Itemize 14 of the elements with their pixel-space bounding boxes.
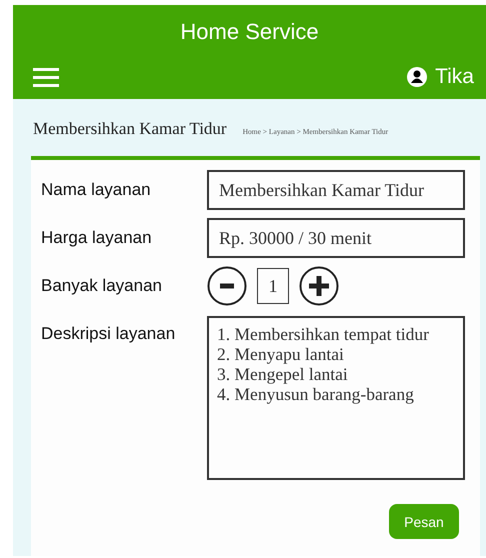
- user-icon[interactable]: [407, 67, 428, 87]
- field-label: Deskripsi layanan: [41, 323, 176, 344]
- field-label: Banyak layanan: [41, 276, 163, 296]
- menu-icon[interactable]: [33, 67, 59, 87]
- price-field[interactable]: Rp. 30000 / 30 menit: [207, 218, 465, 258]
- page-title: Membersihkan Kamar Tidur: [33, 118, 227, 139]
- plus-button[interactable]: [299, 266, 339, 306]
- description-field[interactable]: 1. Membersihkan tempat tidur 2. Menyapu lantai 3. Mengepel lantai 4. Menyusun barang-barang: [207, 316, 465, 480]
- minus-button[interactable]: [207, 266, 247, 306]
- field-label: Harga layanan: [41, 228, 153, 248]
- quantity-field[interactable]: 1: [257, 268, 289, 304]
- field-label: Nama layanan: [41, 180, 152, 200]
- app-title: Home Service: [179, 18, 320, 46]
- name-field[interactable]: Membersihkan Kamar Tidur: [207, 170, 465, 210]
